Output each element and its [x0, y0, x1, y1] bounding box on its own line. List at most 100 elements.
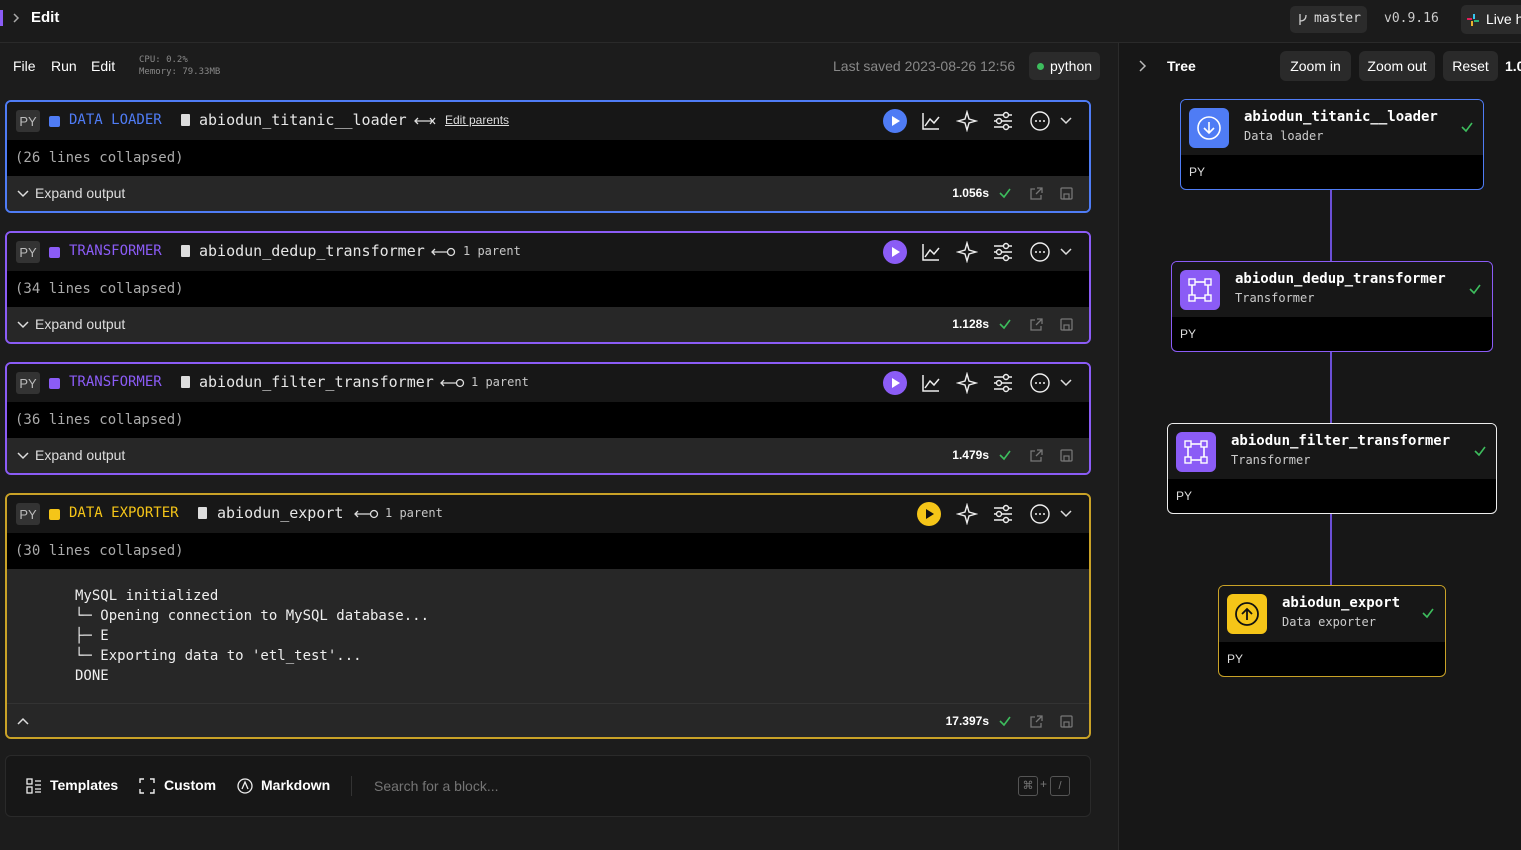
- zoom-out-button[interactable]: Zoom out: [1359, 51, 1435, 81]
- chevron-right-icon: [13, 13, 20, 23]
- chart-icon[interactable]: [921, 373, 941, 393]
- expand-output-button[interactable]: Expand output: [35, 447, 125, 463]
- menu-file[interactable]: File: [13, 58, 36, 74]
- tab-tree[interactable]: Tree: [1167, 58, 1196, 74]
- block-name[interactable]: abiodun_dedup_transformer: [199, 242, 425, 260]
- block-color-square: [49, 247, 60, 258]
- tree-node-export[interactable]: abiodun_export Data exporter PY: [1218, 585, 1446, 677]
- block-transformer-filter[interactable]: PY TRANSFORMER abiodun_filter_transforme…: [5, 362, 1091, 475]
- sliders-icon[interactable]: [992, 503, 1014, 525]
- chevron-down-icon[interactable]: [17, 451, 29, 461]
- chevron-up-icon[interactable]: [17, 716, 29, 726]
- chevron-right-icon[interactable]: [1136, 59, 1148, 73]
- external-link-icon[interactable]: [1029, 448, 1044, 463]
- collapsed-code[interactable]: (30 lines collapsed): [7, 533, 1089, 569]
- tree-node-filter[interactable]: abiodun_filter_transformer Transformer P…: [1167, 423, 1497, 514]
- branch-button[interactable]: master: [1290, 6, 1367, 33]
- expand-output-button[interactable]: Expand output: [35, 316, 125, 332]
- parent-count[interactable]: 1 parent: [471, 375, 529, 389]
- markdown-button[interactable]: Markdown: [261, 777, 330, 793]
- save-icon[interactable]: [1059, 317, 1074, 332]
- block-color-square: [49, 116, 60, 127]
- block-type: TRANSFORMER: [69, 374, 162, 390]
- zoom-in-button[interactable]: Zoom in: [1280, 51, 1351, 81]
- block-name[interactable]: abiodun_filter_transformer: [199, 373, 434, 391]
- node-header: abiodun_filter_transformer Transformer: [1168, 424, 1496, 479]
- reset-button[interactable]: Reset: [1443, 51, 1498, 81]
- collapsed-code[interactable]: (34 lines collapsed): [7, 271, 1089, 307]
- sparkle-icon[interactable]: [956, 503, 978, 525]
- git-branch-icon: [1299, 14, 1307, 25]
- check-icon: [1422, 608, 1434, 619]
- parent-count[interactable]: 1 parent: [463, 244, 521, 258]
- more-icon[interactable]: [1029, 110, 1051, 132]
- execution-time: 1.479s: [952, 448, 989, 462]
- external-link-icon[interactable]: [1029, 714, 1044, 729]
- tree-node-dedup[interactable]: abiodun_dedup_transformer Transformer PY: [1171, 261, 1493, 352]
- live-help-button[interactable]: Live h: [1461, 5, 1521, 34]
- external-link-icon[interactable]: [1029, 186, 1044, 201]
- edit-parents-link[interactable]: Edit parents: [445, 113, 509, 127]
- block-transformer-dedup[interactable]: PY TRANSFORMER abiodun_dedup_transformer…: [5, 231, 1091, 344]
- play-icon[interactable]: [883, 109, 907, 133]
- download-icon: [1189, 108, 1229, 148]
- chevron-down-icon[interactable]: [1059, 377, 1073, 389]
- chevron-down-icon[interactable]: [17, 320, 29, 330]
- save-icon[interactable]: [1059, 714, 1074, 729]
- parent-link-icon: [440, 378, 465, 388]
- save-icon[interactable]: [1059, 186, 1074, 201]
- editor-pane: File Run Edit CPU: 0.2% Memory: 79.33MB …: [0, 43, 1118, 850]
- more-icon[interactable]: [1029, 372, 1051, 394]
- chart-icon[interactable]: [921, 111, 941, 131]
- top-bar: Edit master v0.9.16 Live h: [0, 0, 1521, 43]
- block-search-input[interactable]: [374, 773, 974, 799]
- sliders-icon[interactable]: [992, 372, 1014, 394]
- menu-run[interactable]: Run: [51, 58, 77, 74]
- play-icon[interactable]: [883, 371, 907, 395]
- block-name[interactable]: abiodun_titanic__loader: [199, 111, 407, 129]
- external-link-icon[interactable]: [1029, 317, 1044, 332]
- play-icon[interactable]: [883, 240, 907, 264]
- menu-edit[interactable]: Edit: [91, 58, 115, 74]
- block-data-loader[interactable]: PY DATA LOADER abiodun_titanic__loader E…: [5, 100, 1091, 213]
- block-data-exporter[interactable]: PY DATA EXPORTER abiodun_export 1 parent…: [5, 493, 1091, 739]
- tree-node-loader[interactable]: abiodun_titanic__loader Data loader PY: [1180, 99, 1484, 190]
- block-name[interactable]: abiodun_export: [217, 504, 343, 522]
- chevron-down-icon[interactable]: [1059, 246, 1073, 258]
- sparkle-icon[interactable]: [956, 372, 978, 394]
- sparkle-icon[interactable]: [956, 241, 978, 263]
- chevron-down-icon[interactable]: [1059, 508, 1073, 520]
- last-saved: Last saved 2023-08-26 12:56: [833, 58, 1016, 74]
- output-bar: Expand output 1.056s: [7, 176, 1089, 211]
- kernel-name: python: [1050, 58, 1093, 74]
- collapsed-code[interactable]: (36 lines collapsed): [7, 402, 1089, 438]
- divider: [351, 776, 352, 796]
- parent-count[interactable]: 1 parent: [385, 506, 443, 520]
- memory-usage: Memory: 79.33MB: [139, 67, 221, 77]
- chevron-down-icon[interactable]: [1059, 115, 1073, 127]
- save-icon[interactable]: [1059, 448, 1074, 463]
- templates-button[interactable]: Templates: [50, 777, 118, 793]
- slack-icon: [1467, 14, 1479, 26]
- play-icon[interactable]: [917, 502, 941, 526]
- parent-link-icon: [431, 247, 456, 257]
- block-header: PY DATA LOADER abiodun_titanic__loader E…: [7, 102, 1089, 140]
- sliders-icon[interactable]: [992, 110, 1014, 132]
- expand-output-button[interactable]: Expand output: [35, 185, 125, 201]
- block-color-square: [49, 509, 60, 520]
- slash-key-icon: /: [1050, 776, 1070, 796]
- chevron-down-icon[interactable]: [17, 189, 29, 199]
- chart-icon[interactable]: [921, 242, 941, 262]
- page-title: Edit: [31, 9, 60, 26]
- block-color-square: [49, 378, 60, 389]
- sparkle-icon[interactable]: [956, 110, 978, 132]
- custom-button[interactable]: Custom: [164, 777, 216, 793]
- collapsed-code[interactable]: (26 lines collapsed): [7, 140, 1089, 176]
- output-line: DONE: [75, 668, 109, 684]
- sliders-icon[interactable]: [992, 241, 1014, 263]
- check-icon: [1474, 446, 1486, 457]
- kernel-button[interactable]: python: [1029, 52, 1100, 80]
- more-icon[interactable]: [1029, 241, 1051, 263]
- more-icon[interactable]: [1029, 503, 1051, 525]
- markdown-icon: [237, 778, 253, 794]
